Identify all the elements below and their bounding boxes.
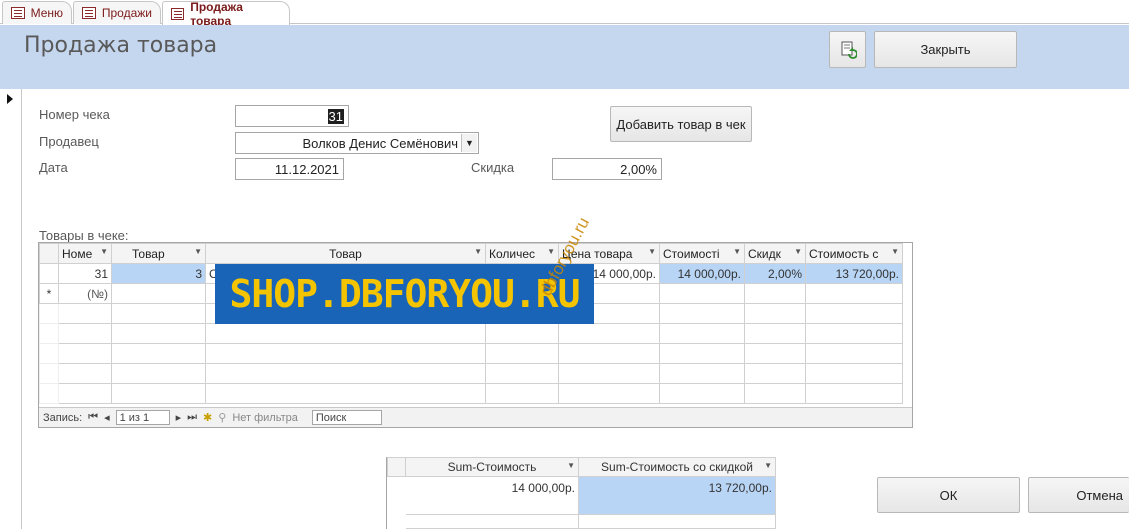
first-record-icon[interactable]: ⏮ — [88, 411, 98, 424]
empty-cell[interactable] — [805, 283, 903, 304]
select-all-cell[interactable] — [387, 457, 406, 477]
column-header-label: Sum-Стоимость со скидкой — [601, 460, 753, 474]
receipt-number-label: Номер чека — [39, 107, 110, 122]
add-item-button[interactable]: Добавить товар в чек — [610, 106, 752, 142]
search-input[interactable]: Поиск — [311, 410, 382, 425]
form-icon — [82, 7, 96, 19]
refresh-icon — [841, 41, 857, 59]
record-label: Запись: — [43, 411, 83, 424]
receipt-number-field[interactable]: 31 — [235, 105, 349, 127]
record-selector[interactable] — [0, 89, 22, 529]
blank-row — [39, 383, 903, 404]
cancel-button[interactable]: Отмена — [1028, 477, 1129, 513]
dropdown-arrow-icon[interactable]: ▼ — [100, 247, 108, 256]
seller-combobox[interactable]: Волков Денис Семёнович ▼ — [235, 132, 479, 154]
ok-button[interactable]: ОК — [877, 477, 1020, 513]
tab-label: Продажи — [101, 6, 152, 20]
tab-label: Меню — [30, 6, 63, 20]
items-header-row: Номе ▼ Товар ▼ Товар ▼ Количес ▼ Цена товара… — [39, 243, 903, 264]
cell-discounted-cost[interactable]: 13 720,00р. — [805, 263, 903, 284]
summary-header-row: Sum-Стоимость ▼ Sum-Стоимость со скидкой ▼ — [387, 457, 776, 477]
column-header[interactable]: Стоимості ▼ — [659, 243, 745, 264]
summary-row[interactable]: 14 000,00р. 13 720,00р. — [387, 476, 776, 515]
filter-icon[interactable]: ⚲ — [218, 411, 226, 424]
column-header[interactable]: Товар ▼ — [111, 243, 206, 264]
column-header-label: Количес — [489, 246, 536, 261]
dropdown-arrow-icon[interactable]: ▼ — [474, 247, 482, 256]
cell-number[interactable]: 31 — [58, 263, 112, 284]
tab-menu[interactable]: Меню — [2, 1, 72, 24]
empty-cell[interactable] — [111, 283, 206, 304]
cell-sum-discounted-cost[interactable]: 13 720,00р. — [578, 476, 776, 515]
seller-value: Волков Денис Семёнович — [302, 135, 458, 151]
dropdown-arrow-icon[interactable]: ▼ — [194, 247, 202, 256]
dropdown-arrow-icon[interactable]: ▼ — [648, 247, 656, 256]
blank-row — [387, 514, 776, 529]
tab-label: Продажа товара — [190, 0, 243, 28]
dropdown-arrow-icon[interactable]: ▼ — [891, 247, 899, 256]
column-header-label: Стоимость с — [809, 246, 879, 261]
blank-row — [39, 323, 903, 344]
cell-sum-cost[interactable]: 14 000,00р. — [405, 476, 579, 515]
column-header-label: Стоимості — [663, 246, 720, 261]
new-record-placeholder[interactable]: (№) — [58, 283, 112, 304]
column-header[interactable]: Номе ▼ — [58, 243, 112, 264]
empty-cell[interactable] — [659, 283, 745, 304]
dropdown-arrow-icon[interactable]: ▼ — [733, 247, 741, 256]
cell-cost[interactable]: 14 000,00р. — [659, 263, 745, 284]
document-tab-bar: Меню Продажи Продажа товара — [0, 0, 1129, 28]
dropdown-arrow-icon[interactable]: ▼ — [567, 461, 575, 470]
select-all-cell[interactable] — [39, 243, 59, 264]
receipt-number-value: 31 — [327, 108, 344, 124]
column-header-label: Товар — [329, 246, 362, 261]
date-label: Дата — [39, 160, 68, 175]
row-selector[interactable] — [39, 263, 59, 284]
dropdown-arrow-icon[interactable]: ▼ — [794, 247, 802, 256]
column-header-label: Номе — [62, 246, 93, 261]
blank-row — [39, 343, 903, 364]
column-header[interactable]: Товар ▼ — [205, 243, 486, 264]
tab-product-sale[interactable]: Продажа товара — [162, 0, 290, 28]
previous-record-icon[interactable]: ◂ — [104, 411, 110, 424]
form-icon — [171, 7, 185, 20]
page-title: Продажа товара — [24, 33, 218, 58]
column-header[interactable]: Sum-Стоимость со скидкой ▼ — [578, 457, 776, 477]
column-header-label: Скидк — [748, 246, 781, 261]
watermark-banner: SHOP.DBFORYOU.RU — [215, 264, 594, 324]
date-value: 11.12.2021 — [274, 161, 339, 177]
close-button[interactable]: Закрыть — [874, 31, 1017, 68]
filter-status[interactable]: Нет фильтра — [232, 412, 298, 424]
discount-field[interactable]: 2,00% — [552, 158, 662, 180]
date-field[interactable]: 11.12.2021 — [235, 158, 344, 180]
items-caption: Товары в чеке: — [39, 228, 129, 243]
empty-cell[interactable] — [744, 283, 806, 304]
record-navigation-bar: Запись: ⏮ ◂ 1 из 1 ▸ ⏭ ✱ ⚲ Нет фильтра П… — [39, 407, 912, 427]
column-header[interactable]: Количес ▼ — [485, 243, 559, 264]
record-position-field[interactable]: 1 из 1 — [115, 410, 170, 425]
form-header: Продажа товара Закрыть — [0, 25, 1129, 89]
new-record-icon[interactable]: ✱ — [203, 411, 212, 424]
summary-datasheet: Sum-Стоимость ▼ Sum-Стоимость со скидкой ▼… — [386, 457, 776, 529]
row-selector[interactable] — [387, 476, 406, 515]
discount-value: 2,00% — [620, 161, 657, 177]
tab-sales[interactable]: Продажи — [73, 1, 161, 24]
last-record-icon[interactable]: ⏭ — [187, 411, 197, 424]
discount-label: Скидка — [471, 160, 515, 175]
new-record-marker: * — [39, 283, 59, 304]
blank-row — [39, 363, 903, 384]
cell-product-id[interactable]: 3 — [111, 263, 206, 284]
summary-table: Sum-Стоимость ▼ Sum-Стоимость со скидкой ▼… — [387, 457, 776, 529]
column-header[interactable]: Скидк ▼ — [744, 243, 806, 264]
cell-discount[interactable]: 2,00% — [744, 263, 806, 284]
chevron-down-icon[interactable]: ▼ — [461, 134, 477, 152]
column-header[interactable]: Стоимость с ▼ — [805, 243, 903, 264]
refresh-button[interactable] — [829, 31, 866, 68]
next-record-icon[interactable]: ▸ — [176, 411, 182, 424]
column-header[interactable]: Sum-Стоимость ▼ — [405, 457, 579, 477]
column-header-label: Товар — [132, 246, 165, 261]
seller-label: Продавец — [39, 134, 99, 149]
dropdown-arrow-icon[interactable]: ▼ — [764, 461, 772, 470]
column-header-label: Sum-Стоимость — [447, 460, 537, 474]
form-icon — [11, 7, 25, 19]
